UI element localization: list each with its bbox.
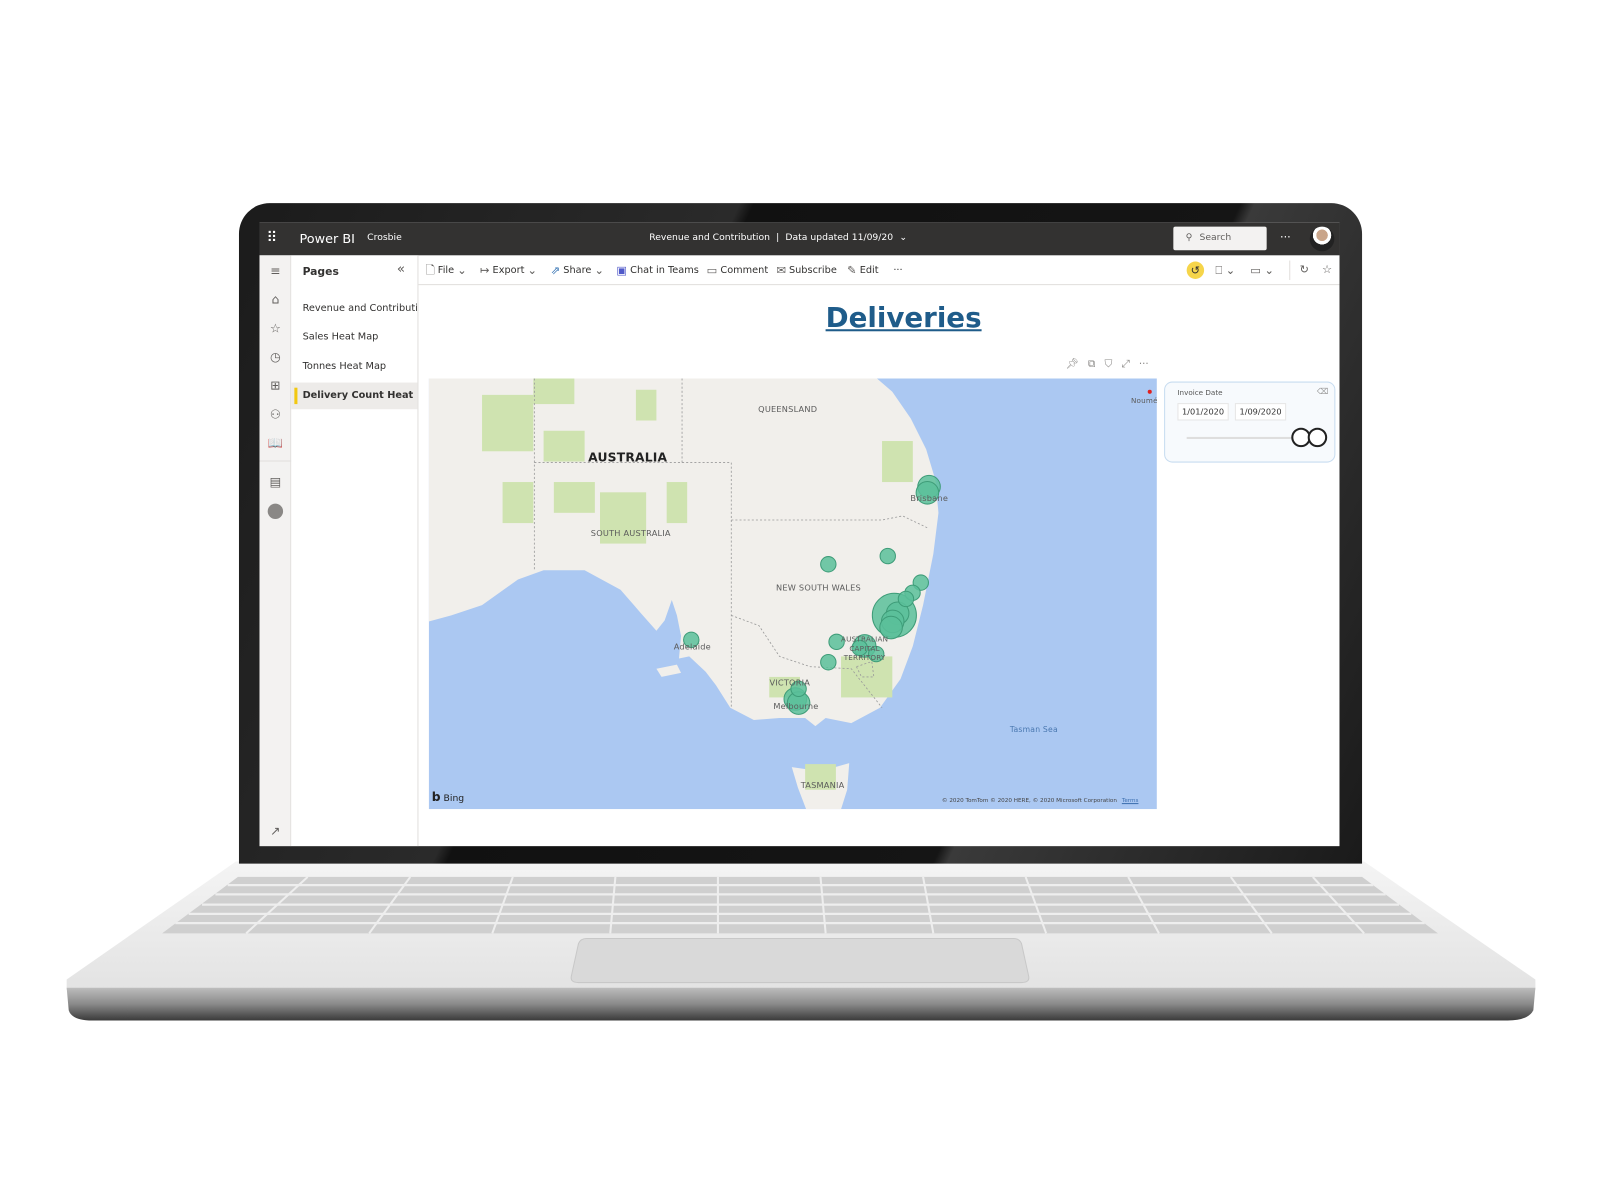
mail-icon: ✉: [776, 263, 786, 277]
collapse-pane-icon[interactable]: «: [397, 262, 405, 277]
power-bi-window: ⠿ Power BI Crosbie Revenue and Contribut…: [259, 222, 1340, 847]
view-icon[interactable]: ▭ ⌄: [1250, 265, 1274, 276]
page-tab[interactable]: Revenue and Contributi...: [291, 295, 418, 322]
nav-rail: ≡ ⌂ ☆ ◷ ⊞ ⚇ 📖 ▤ ↗: [259, 255, 292, 847]
label-tasman-sea: Tasman Sea: [1009, 724, 1058, 734]
reset-button[interactable]: ↺: [1186, 261, 1205, 279]
label-new-south-wales: NEW SOUTH WALES: [776, 583, 861, 593]
filter-icon[interactable]: ⛉: [1104, 359, 1112, 370]
label-australia: AUSTRALIA: [588, 450, 668, 465]
terms-link[interactable]: Terms: [1122, 798, 1139, 804]
copy-icon[interactable]: ⧉: [1088, 359, 1095, 370]
workspace-name[interactable]: Crosbie: [367, 233, 402, 243]
delivery-bubble[interactable]: [820, 556, 837, 573]
label-queensland: QUEENSLAND: [758, 404, 818, 414]
home-icon[interactable]: ⌂: [259, 292, 291, 306]
favorites-icon[interactable]: ☆: [259, 321, 291, 335]
file-menu[interactable]: 🗋 File ⌄: [426, 265, 467, 276]
share-menu[interactable]: ⇗ Share ⌄: [551, 265, 604, 276]
page-title: Deliveries: [825, 302, 982, 335]
focus-mode-icon[interactable]: ⤢: [1121, 359, 1129, 370]
divider: [259, 460, 292, 462]
report-title: Revenue and Contribution: [649, 232, 770, 244]
workspaces-icon[interactable]: ▤: [259, 475, 291, 489]
label-south-australia: SOUTH AUSTRALIA: [590, 528, 671, 538]
map-canvas[interactable]: [428, 378, 1157, 810]
label-melbourne: Melbourne: [773, 702, 819, 712]
chat-in-teams-button[interactable]: ▣ Chat in Teams: [616, 265, 698, 276]
subscribe-button[interactable]: ✉ Subscribe: [776, 265, 836, 276]
top-bar: ⠿ Power BI Crosbie Revenue and Contribut…: [259, 222, 1340, 256]
apps-icon[interactable]: ⊞: [259, 378, 291, 392]
data-updated: Data updated 11/09/20: [785, 232, 894, 244]
slider-track[interactable]: [1186, 436, 1295, 439]
pencil-icon: ✎: [847, 263, 857, 277]
recent-icon[interactable]: ◷: [259, 350, 291, 364]
eraser-icon[interactable]: ⌫: [1317, 387, 1329, 396]
divider: [1289, 260, 1291, 280]
pages-header: Pages: [302, 265, 339, 278]
map-visual[interactable]: QUEENSLAND AUSTRALIA SOUTH AUSTRALIA NEW…: [428, 378, 1157, 810]
label-brisbane: Brisbane: [910, 493, 949, 504]
favorite-star-icon[interactable]: ☆: [1322, 264, 1332, 275]
more-actions-button[interactable]: ···: [893, 265, 902, 276]
slider-handle-end[interactable]: [1307, 427, 1328, 448]
teams-icon: ▣: [616, 263, 628, 277]
hamburger-menu-icon[interactable]: ≡: [259, 264, 291, 278]
delivery-bubble[interactable]: [879, 547, 896, 565]
map-copyright: © 2020 TomTom © 2020 HERE, © 2020 Micros…: [941, 797, 1139, 805]
shared-with-me-icon[interactable]: ⚇: [259, 407, 291, 421]
refresh-icon[interactable]: ↻: [1299, 264, 1308, 275]
bing-logo: b Bing: [431, 789, 465, 805]
export-icon: ↦: [479, 263, 490, 277]
page-tab[interactable]: Tonnes Heat Map: [291, 354, 417, 381]
action-bar: 🗋 File ⌄ ↦ Export ⌄ ⇗ Share ⌄ ▣ Chat in Teams ▭…: [259, 255, 1340, 286]
more-options-button[interactable]: ···: [1280, 231, 1291, 244]
label-tasmania: TASMANIA: [800, 781, 845, 791]
bookmark-icon[interactable]: ⎕ ⌄: [1215, 265, 1235, 276]
expand-icon[interactable]: ↗: [259, 824, 291, 838]
label-act: AUSTRALIAN CAPITAL TERRITORY: [841, 635, 889, 663]
comment-button[interactable]: ▭ Comment: [707, 265, 768, 276]
label-victoria: VICTORIA: [769, 678, 811, 688]
chevron-down-icon: ⌄: [457, 263, 467, 277]
visual-header: 📌︎ ⧉ ⛉ ⤢ ···: [1066, 359, 1149, 370]
separator: |: [776, 232, 780, 244]
learn-icon[interactable]: 📖: [259, 436, 291, 450]
edit-button[interactable]: ✎ Edit: [847, 265, 878, 276]
search-box[interactable]: ⚲ Search: [1173, 226, 1267, 251]
app-launcher-icon[interactable]: ⠿: [267, 230, 278, 246]
label-adelaide: Adelaide: [673, 642, 711, 652]
comment-icon: ▭: [706, 263, 718, 277]
file-icon: 🗋: [425, 263, 435, 277]
share-icon: ⇗: [550, 263, 561, 277]
chevron-down-icon: ⌄: [899, 232, 908, 244]
chevron-down-icon: ⌄: [594, 263, 604, 277]
invoice-date-slicer: Invoice Date ⌫ 1/01/2020 1/09/2020: [1164, 381, 1336, 463]
avatar[interactable]: [1309, 226, 1335, 252]
export-menu[interactable]: ↦ Export ⌄: [480, 265, 537, 276]
delivery-bubble[interactable]: [897, 590, 915, 608]
report-title-dropdown[interactable]: Revenue and Contribution | Data updated …: [649, 233, 907, 243]
page-tab[interactable]: Sales Heat Map: [291, 324, 417, 351]
pages-pane: Pages « Revenue and Contributi... Sales …: [291, 255, 419, 847]
chevron-down-icon: ⌄: [527, 263, 537, 277]
page-tab-selected[interactable]: Delivery Count Heat ...: [291, 382, 418, 410]
slicer-title: Invoice Date: [1177, 388, 1223, 397]
pin-icon[interactable]: 📌︎: [1066, 359, 1079, 370]
label-noumea: Nouméa: [1130, 396, 1157, 406]
search-icon: ⚲: [1185, 232, 1193, 244]
more-options-icon[interactable]: ···: [1139, 359, 1149, 370]
app-name[interactable]: Power BI: [299, 231, 354, 246]
search-placeholder: Search: [1199, 232, 1232, 244]
start-date-input[interactable]: 1/01/2020: [1177, 403, 1229, 421]
end-date-input[interactable]: 1/09/2020: [1234, 403, 1287, 421]
noumea-marker: [1147, 389, 1152, 394]
workspace-avatar-icon[interactable]: [259, 503, 291, 522]
